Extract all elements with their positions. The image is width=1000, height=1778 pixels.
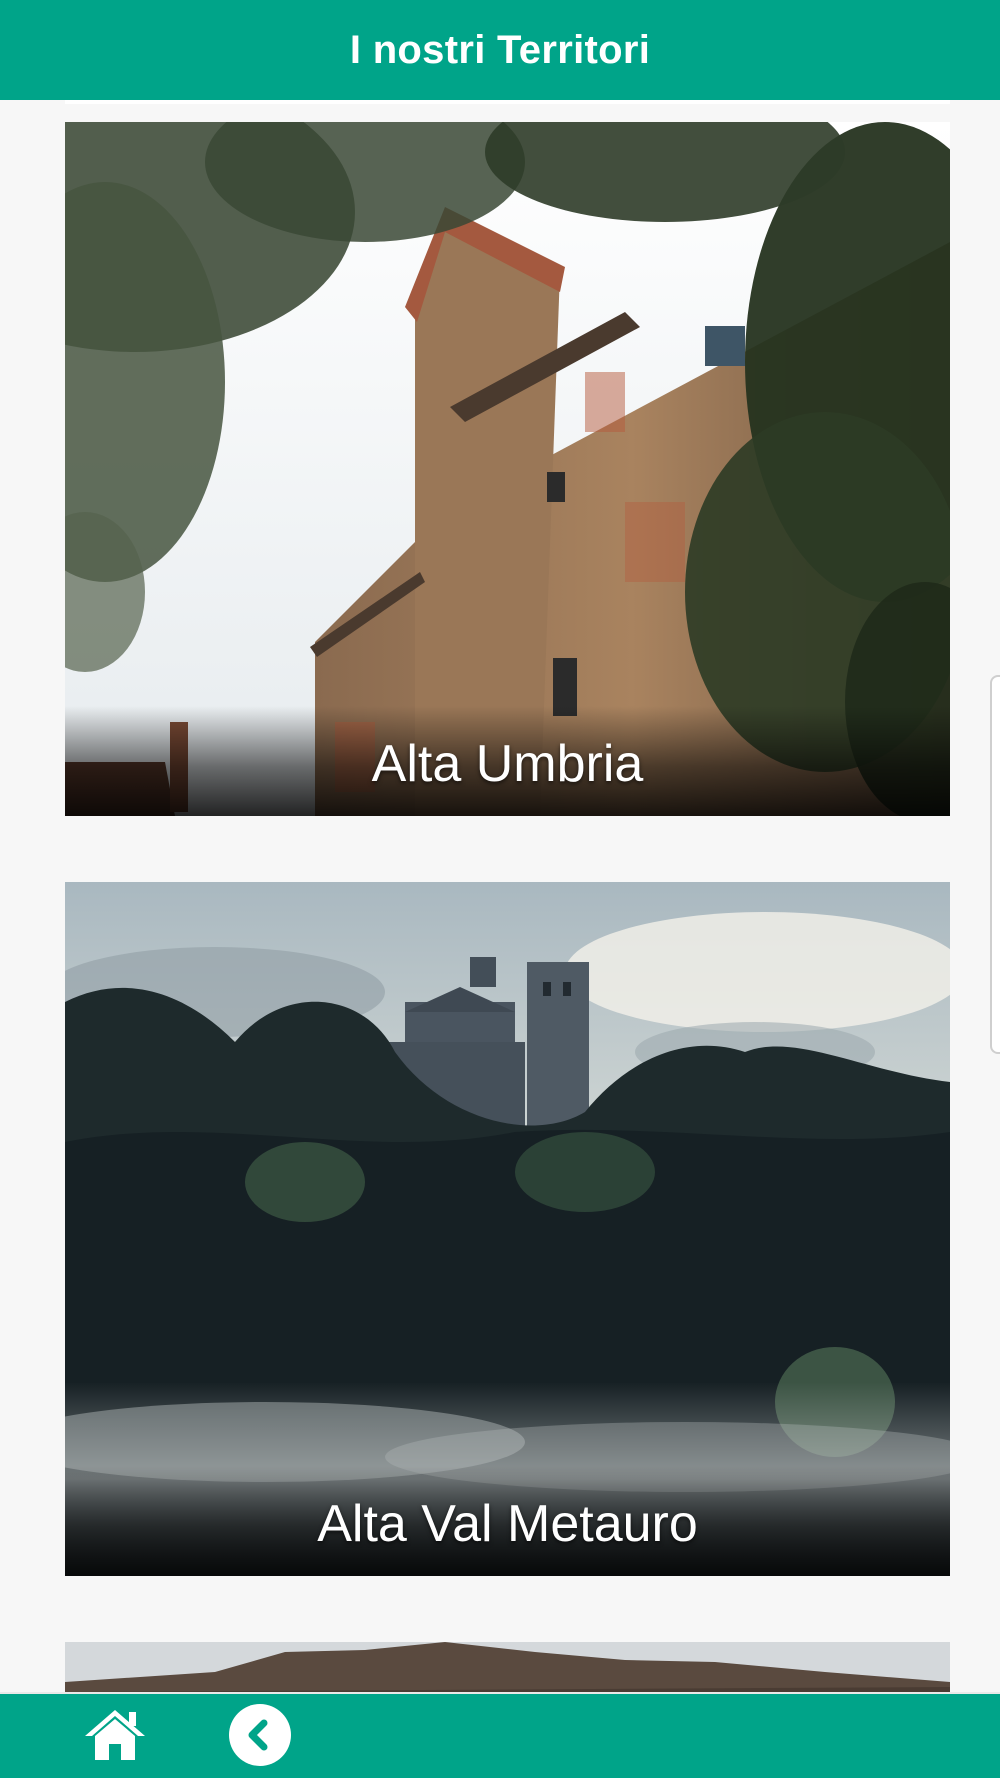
scrollbar-thumb[interactable] <box>990 675 1000 1054</box>
home-button[interactable] <box>80 1702 150 1766</box>
territory-list[interactable]: Alta Umbria Alta Val Metauro <box>0 100 1000 1692</box>
header-divider <box>65 100 950 104</box>
page-title: I nostri Territori <box>349 27 651 72</box>
bottom-nav-bar <box>0 1692 1000 1778</box>
app-header: I nostri Territori <box>0 0 1000 100</box>
chevron-left-icon <box>248 1719 268 1751</box>
territory-card-partial[interactable] <box>65 1642 950 1692</box>
back-button[interactable] <box>229 1704 291 1766</box>
home-icon <box>85 1710 145 1760</box>
territory-card-alta-val-metauro[interactable]: Alta Val Metauro <box>65 882 950 1576</box>
territory-label: Alta Umbria <box>371 735 644 793</box>
territory-card-alta-umbria[interactable]: Alta Umbria <box>65 122 950 816</box>
territory-image-mountains <box>65 1642 950 1692</box>
territory-label: Alta Val Metauro <box>317 1495 698 1553</box>
